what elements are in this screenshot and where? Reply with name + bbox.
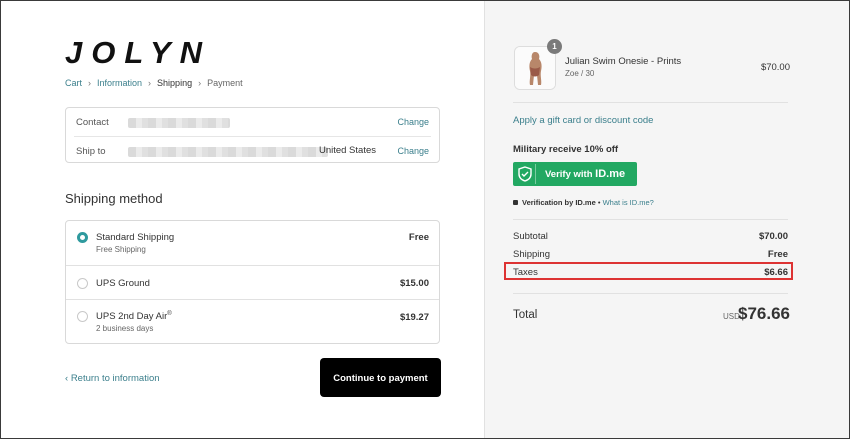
- order-summary: 1 Julian Swim Onesie - Prints Zoe / 30 $…: [484, 1, 849, 438]
- lock-icon: [513, 200, 518, 205]
- shipping-option-price: Free: [408, 232, 429, 243]
- checkout-main: JOLYN Cart › Information › Shipping › Pa…: [1, 1, 484, 438]
- total-label: Total: [513, 309, 538, 321]
- radio-unselected[interactable]: [77, 311, 88, 322]
- continue-to-payment-button[interactable]: Continue to payment: [320, 358, 441, 397]
- breadcrumb-shipping: Shipping: [157, 78, 193, 88]
- idme-prefix: Verify with: [545, 169, 593, 180]
- subtotal-row: Subtotal $70.00: [513, 231, 788, 242]
- chevron-right-icon: ›: [148, 78, 152, 88]
- registered-mark: ®: [167, 311, 172, 317]
- shipping-option-sub: Free Shipping: [96, 245, 146, 254]
- subtotal-value: $70.00: [758, 231, 788, 242]
- change-address-link[interactable]: Change: [397, 146, 429, 156]
- chevron-left-icon: ‹: [65, 373, 69, 384]
- shipping-method-title: Shipping method: [65, 191, 163, 206]
- divider: [513, 102, 788, 103]
- verification-by: Verification by ID.me: [522, 198, 596, 207]
- idme-button-label: Verify with ID.me: [545, 168, 625, 180]
- ship-to-country: United States: [318, 145, 376, 156]
- radio-unselected[interactable]: [77, 278, 88, 289]
- breadcrumb-information[interactable]: Information: [97, 78, 142, 88]
- checkout-window: JOLYN Cart › Information › Shipping › Pa…: [0, 0, 850, 439]
- ship-to-label: Ship to: [76, 146, 106, 157]
- chevron-right-icon: ›: [198, 78, 202, 88]
- idme-brand: ID.me: [595, 168, 626, 180]
- product-variant: Zoe / 30: [565, 69, 595, 78]
- breadcrumb-payment: Payment: [207, 78, 243, 88]
- chevron-right-icon: ›: [88, 78, 92, 88]
- shipping-option-name: UPS Ground: [96, 278, 150, 289]
- brand-logo[interactable]: JOLYN: [65, 35, 211, 71]
- divider: [513, 293, 788, 294]
- contact-summary-box: Contact Change Ship to United States Cha…: [65, 107, 440, 163]
- shipping-option-name: UPS 2nd Day Air®: [96, 311, 172, 322]
- verify-with-idme-button[interactable]: Verify with ID.me: [513, 162, 637, 186]
- shipping-option-sub: 2 business days: [96, 324, 154, 333]
- radio-selected[interactable]: [77, 232, 88, 243]
- shipping-option-ups-2nd-day[interactable]: UPS 2nd Day Air® 2 business days $19.27: [66, 299, 439, 343]
- swimsuit-image: [515, 47, 555, 89]
- shipping-option-price: $15.00: [399, 278, 429, 289]
- shipping-option-ups-ground[interactable]: UPS Ground $15.00: [66, 265, 439, 299]
- shipping-option-name-text: UPS 2nd Day Air: [96, 311, 168, 323]
- taxes-highlight-box: [504, 262, 793, 280]
- shipping-row: Shipping Free: [513, 249, 788, 260]
- subtotal-label: Subtotal: [513, 231, 548, 242]
- shipping-label: Shipping: [513, 249, 550, 260]
- return-to-information-link[interactable]: ‹ Return to information: [65, 373, 160, 384]
- product-name: Julian Swim Onesie - Prints: [565, 56, 682, 67]
- contact-label: Contact: [76, 117, 109, 128]
- gift-card-link[interactable]: Apply a gift card or discount code: [513, 115, 653, 126]
- shipping-option-price: $19.27: [399, 312, 429, 323]
- breadcrumb: Cart › Information › Shipping › Payment: [65, 78, 243, 88]
- divider: [513, 219, 788, 220]
- shipping-option-name: Standard Shipping: [96, 232, 175, 243]
- idme-verification-note: Verification by ID.me • What is ID.me?: [513, 198, 654, 207]
- shield-check-icon: [515, 164, 536, 184]
- shipping-options: Standard Shipping Free Shipping Free UPS…: [65, 220, 440, 344]
- shipping-option-standard[interactable]: Standard Shipping Free Shipping Free: [66, 221, 439, 265]
- ship-to-row: Ship to United States Change: [74, 136, 431, 165]
- address-value-redacted: [128, 147, 328, 157]
- product-price: $70.00: [760, 62, 790, 73]
- total-value: $76.66: [738, 304, 790, 323]
- military-discount-title: Military receive 10% off: [513, 144, 619, 155]
- shipping-value: Free: [767, 249, 788, 260]
- what-is-idme-link[interactable]: What is ID.me?: [603, 198, 654, 207]
- return-link-label: Return to information: [70, 373, 160, 384]
- contact-value-redacted: [128, 118, 230, 128]
- quantity-badge: 1: [547, 39, 562, 54]
- contact-row: Contact Change: [66, 108, 439, 136]
- breadcrumb-cart[interactable]: Cart: [65, 78, 82, 88]
- change-contact-link[interactable]: Change: [397, 117, 429, 127]
